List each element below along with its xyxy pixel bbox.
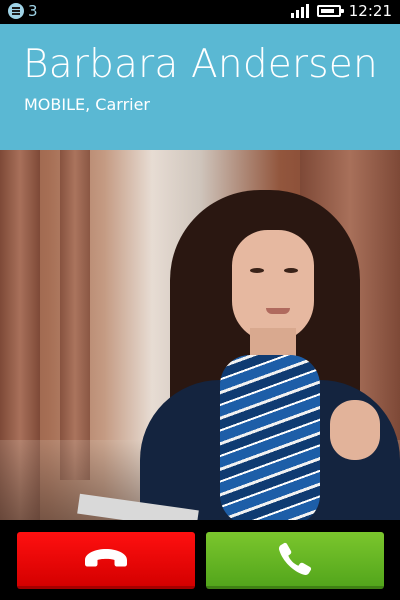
- notification-count: 3: [28, 2, 38, 20]
- phone-hangup-icon: [85, 549, 127, 567]
- caller-header: Barbara Andersen MOBILE, Carrier: [0, 24, 400, 150]
- signal-strength-icon: [290, 4, 309, 18]
- notification-indicator[interactable]: 3: [8, 3, 38, 19]
- call-action-bar: [0, 520, 400, 600]
- decline-call-button[interactable]: [17, 532, 195, 589]
- notification-list-icon: [8, 3, 24, 19]
- battery-level: [320, 9, 334, 13]
- answer-call-button[interactable]: [206, 532, 384, 589]
- status-bar: 3 12:21: [0, 0, 400, 24]
- status-indicators: 12:21: [290, 2, 392, 20]
- caller-name: Barbara Andersen: [23, 42, 378, 87]
- battery-icon: [316, 5, 344, 17]
- caller-number-type: MOBILE, Carrier: [24, 95, 151, 114]
- caller-photo: [0, 150, 400, 520]
- clock: 12:21: [348, 2, 392, 20]
- phone-answer-icon: [278, 542, 312, 576]
